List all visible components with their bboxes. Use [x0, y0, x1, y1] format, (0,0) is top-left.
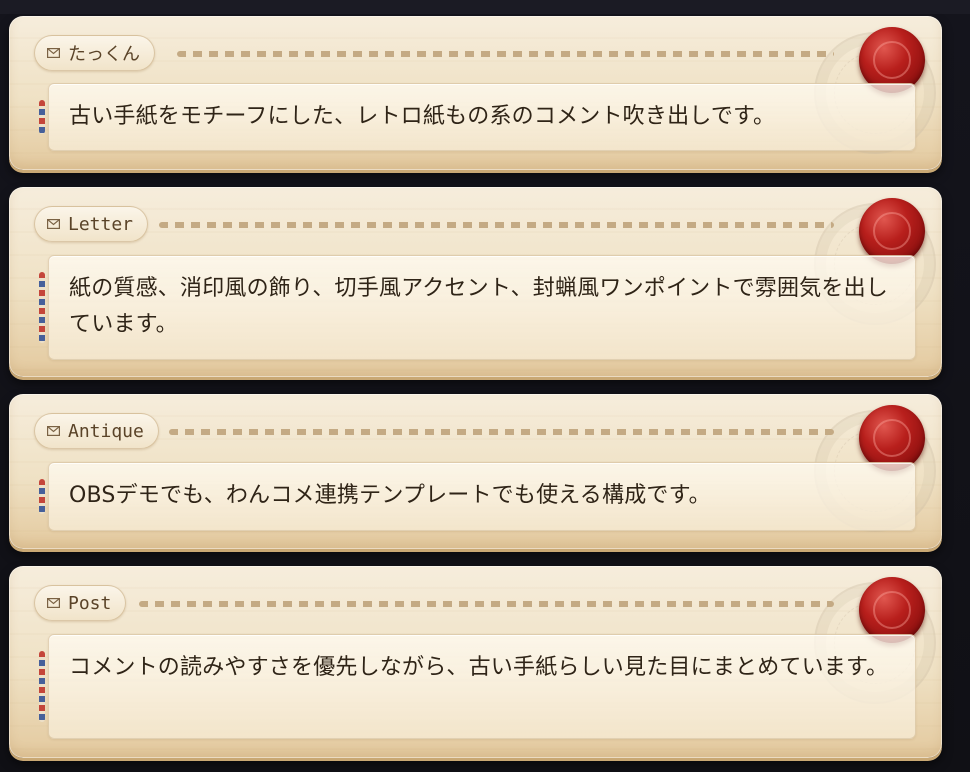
- message-text: 古い手紙をモチーフにした、レトロ紙もの系のコメント吹き出しです。: [69, 104, 776, 129]
- message-box: 紙の質感、消印風の飾り、切手風アクセント、封蝋風ワンポイントで雰囲気を出していま…: [39, 255, 916, 360]
- dashed-divider: [177, 51, 834, 57]
- message-text: 紙の質感、消印風の飾り、切手風アクセント、封蝋風ワンポイントで雰囲気を出していま…: [69, 276, 888, 337]
- dashed-divider: [169, 429, 834, 435]
- message-box: OBSデモでも、わんコメ連携テンプレートでも使える構成です。: [39, 462, 916, 531]
- comment-card: たっくん 古い手紙をモチーフにした、レトロ紙もの系のコメント吹き出しです。: [9, 16, 942, 170]
- author-tag: たっくん: [34, 35, 155, 71]
- comment-overlay: たっくん 古い手紙をモチーフにした、レトロ紙もの系のコメント吹き出しです。 Le…: [0, 0, 970, 772]
- message-box: 古い手紙をモチーフにした、レトロ紙もの系のコメント吹き出しです。: [39, 83, 916, 151]
- envelope-icon: [47, 219, 60, 229]
- stamp-stripe-icon: [39, 479, 45, 514]
- author-name: Antique: [68, 420, 144, 442]
- author-name: Post: [68, 592, 112, 614]
- stamp-stripe-icon: [39, 100, 45, 134]
- author-tag: Letter: [34, 206, 149, 242]
- stamp-stripe-icon: [39, 272, 45, 343]
- envelope-icon: [47, 48, 60, 58]
- message-text: OBSデモでも、わんコメ連携テンプレートでも使える構成です。: [69, 483, 711, 508]
- top-bar: [0, 0, 970, 14]
- envelope-icon: [47, 598, 60, 608]
- envelope-icon: [47, 426, 60, 436]
- comment-card: Post コメントの読みやすさを優先しながら、古い手紙らしい見た目にまとめていま…: [9, 566, 942, 758]
- message-text: コメントの読みやすさを優先しながら、古い手紙らしい見た目にまとめています。: [69, 655, 889, 680]
- dashed-divider: [139, 601, 834, 607]
- author-tag: Post: [34, 585, 127, 621]
- comment-card: Antique OBSデモでも、わんコメ連携テンプレートでも使える構成です。: [9, 394, 942, 549]
- author-name: Letter: [68, 213, 134, 235]
- message-box: コメントの読みやすさを優先しながら、古い手紙らしい見た目にまとめています。: [39, 634, 916, 739]
- comment-card: Letter 紙の質感、消印風の飾り、切手風アクセント、封蝋風ワンポイントで雰囲…: [9, 187, 942, 377]
- stamp-stripe-icon: [39, 651, 45, 722]
- dashed-divider: [159, 222, 834, 228]
- author-tag: Antique: [34, 413, 159, 449]
- author-name: たっくん: [68, 44, 140, 65]
